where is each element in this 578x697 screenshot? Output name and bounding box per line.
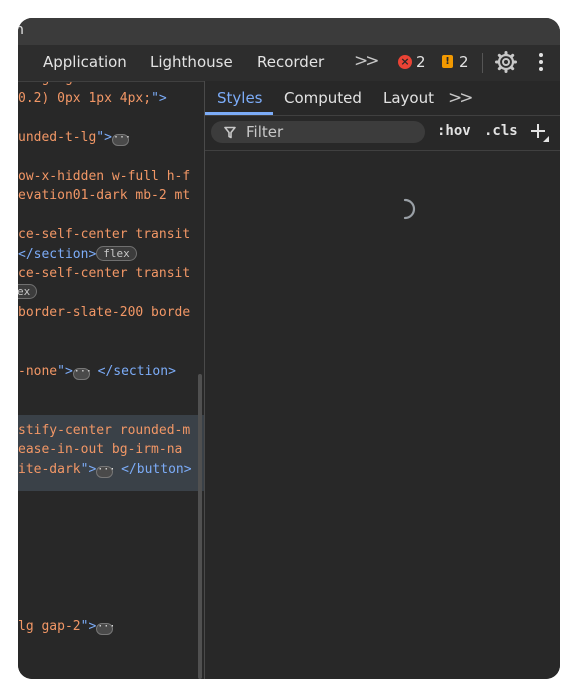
attribute-value-text: 0.2) 0px 1px 4px; [18, 91, 152, 106]
expand-ellipsis-button[interactable]: ··· [111, 133, 131, 146]
tab-computed[interactable]: Computed [284, 89, 362, 107]
active-tab-indicator [205, 112, 273, 115]
html-tag-text: </section> [18, 247, 97, 262]
flex-badge[interactable]: ex [18, 284, 38, 299]
attribute-value-text: ease-in-out bg-irm-na [18, 442, 183, 457]
toolbar-separator [482, 53, 483, 73]
more-options-kebab-icon[interactable] [537, 52, 545, 72]
html-tag-text: "> [80, 619, 97, 634]
dom-node-line[interactable]: ex [18, 284, 38, 302]
expand-ellipsis-button[interactable]: ··· [96, 465, 115, 478]
dom-node-line[interactable]: lg gap-2">··· [18, 618, 115, 636]
hov-toggle-button[interactable]: :hov [437, 123, 471, 139]
elements-dom-tree[interactable]: 1 rg bg irm elevation0.2) 0px 1px 4px;">… [18, 82, 204, 679]
devtools-window: n Application Lighthouse Recorder >> × 2… [18, 18, 560, 679]
tab-lighthouse[interactable]: Lighthouse [150, 53, 233, 71]
attribute-value-text: 1 rg bg irm elevation [18, 82, 182, 86]
attribute-value-text: ce-self-center transit [18, 266, 191, 281]
dom-node-line[interactable]: border-slate-200 borde [18, 304, 190, 322]
flex-badge[interactable]: flex [96, 246, 137, 261]
html-tag-text: </section> [97, 364, 176, 379]
attribute-value-text: ite-dark [18, 462, 81, 477]
attribute-value-text: lg gap-2 [18, 619, 81, 634]
dom-node-line[interactable]: ow-x-hidden w-full h-f [18, 168, 190, 186]
tab-layout[interactable]: Layout [383, 89, 434, 107]
styles-filter-bar: Filter :hov .cls [205, 116, 560, 151]
attribute-value-text: ow-x-hidden w-full h-f [18, 169, 191, 184]
error-count[interactable]: 2 [416, 53, 426, 71]
tab-application[interactable]: Application [43, 53, 127, 71]
styles-pane: Styles Computed Layout >> Filter :hov .c… [205, 81, 560, 679]
warning-flag-icon[interactable]: ! [442, 55, 453, 68]
settings-gear-icon[interactable] [495, 51, 517, 73]
dom-node-line[interactable]: 1 rg bg irm elevation [18, 82, 182, 88]
expand-ellipsis-button[interactable]: ··· [96, 622, 115, 635]
dom-node-line[interactable]: ease-in-out bg-irm-na [18, 441, 182, 459]
expand-ellipsis-button[interactable]: ··· [72, 367, 92, 380]
filter-input[interactable]: Filter [211, 121, 425, 143]
html-tag-text: "> [96, 130, 112, 145]
window-titlebar: n [18, 18, 560, 45]
more-tabs-chevron-icon[interactable]: >> [354, 51, 379, 71]
dom-node-line[interactable]: evation01-dark mb-2 mt [18, 187, 190, 205]
dom-node-line[interactable]: ce-self-center transit [18, 226, 190, 244]
tab-recorder[interactable]: Recorder [257, 53, 324, 71]
warning-count[interactable]: 2 [459, 53, 469, 71]
error-x-icon[interactable]: × [398, 55, 412, 69]
dom-node-line[interactable]: 0.2) 0px 1px 4px;"> [18, 90, 167, 108]
devtools-tabbar: Application Lighthouse Recorder >> × 2 !… [18, 45, 560, 82]
dom-node-line[interactable]: stify-center rounded-m [18, 422, 190, 440]
dom-node-line[interactable]: -none">··· </section> [18, 363, 176, 381]
attribute-value-text: ce-self-center transit [18, 227, 191, 242]
spinner-icon [403, 198, 416, 220]
html-tag-text: "> [80, 462, 97, 477]
html-tag-text: "> [57, 364, 73, 379]
more-subtabs-chevron-icon[interactable]: >> [448, 88, 473, 108]
dom-node-line[interactable]: unded-t-lg">··· [18, 129, 131, 147]
html-tag-text: "> [151, 91, 167, 106]
attribute-value-text: stify-center rounded-m [18, 423, 191, 438]
dom-node-line[interactable]: </section> flex [18, 246, 137, 264]
attribute-value-text: border-slate-200 borde [18, 305, 191, 320]
attribute-value-text: -none [18, 364, 58, 379]
window-title: n [18, 22, 24, 38]
styles-subtabs: Styles Computed Layout >> [205, 81, 560, 116]
dom-node-line[interactable]: ite-dark">··· </button> [18, 461, 192, 479]
filter-funnel-icon [224, 126, 236, 139]
filter-placeholder: Filter [246, 123, 284, 141]
dom-node-line[interactable]: ce-self-center transit [18, 265, 190, 283]
html-tag-text: </button> [121, 462, 192, 477]
attribute-value-text: evation01-dark mb-2 mt [18, 188, 191, 203]
plus-icon[interactable] [528, 121, 550, 143]
tab-styles[interactable]: Styles [217, 89, 263, 107]
attribute-value-text: unded-t-lg [18, 130, 97, 145]
cls-toggle-button[interactable]: .cls [484, 123, 518, 139]
dom-tree-scrollbar[interactable] [198, 374, 202, 679]
